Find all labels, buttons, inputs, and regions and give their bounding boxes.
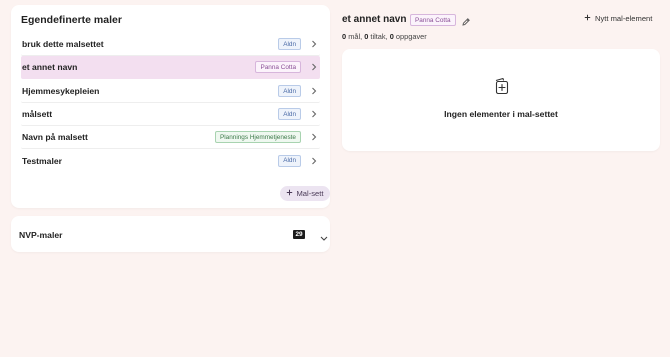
chevron-right-icon <box>310 87 318 95</box>
measures-label: tiltak, <box>370 32 388 41</box>
owner-badge: Panna Cotta <box>410 14 456 26</box>
chevron-down-icon[interactable] <box>319 230 329 241</box>
template-row-bruk-dette-malsettet[interactable]: bruk dette malsettet Aldn <box>21 33 320 56</box>
add-document-icon <box>491 76 511 96</box>
tasks-count: 0 <box>389 32 394 41</box>
template-name: Testmaler <box>22 155 62 166</box>
panel-title: NVP-maler <box>19 230 63 240</box>
owner-badge: Plannings Hjemmetjeneste <box>214 131 301 143</box>
chevron-right-icon <box>310 40 318 48</box>
plus-icon <box>584 14 591 23</box>
template-name: Hjemmesykepleien <box>22 86 100 96</box>
chevron-right-icon <box>310 157 318 165</box>
owner-badge: Panna Cotta <box>255 61 301 73</box>
measures-count: 0 <box>364 32 369 41</box>
add-template-set-button[interactable]: Mal-sett <box>280 186 330 201</box>
panel-title: Egendefinerte maler <box>21 14 122 26</box>
goals-count: 0 <box>342 32 347 41</box>
template-name: bruk dette malsettet <box>22 39 104 49</box>
owner-badge: Aldn <box>278 154 301 167</box>
custom-templates-panel: Egendefinerte maler bruk dette malsettet… <box>11 5 330 208</box>
detail-title: et annet navn <box>342 14 407 25</box>
template-name: Navn på malsett <box>22 132 88 142</box>
template-row-navn-pa-malsett[interactable]: Navn på malsett Plannings Hjemmetjeneste <box>21 126 320 149</box>
new-template-element-button[interactable]: Nytt mal-element <box>584 14 652 23</box>
template-name: målsett <box>22 109 53 119</box>
chevron-right-icon <box>310 133 318 141</box>
template-row-testmaler[interactable]: Testmaler Aldn <box>21 149 320 172</box>
template-name: et annet navn <box>22 62 78 72</box>
nvp-templates-panel[interactable]: NVP-maler 29 <box>11 216 330 252</box>
chevron-right-icon <box>310 63 318 71</box>
empty-state-message: Ingen elementer i mal-settet <box>444 109 558 119</box>
pencil-icon[interactable] <box>461 14 471 26</box>
empty-state-panel: Ingen elementer i mal-settet <box>342 49 660 151</box>
template-row-et-annet-navn[interactable]: et annet navn Panna Cotta <box>21 56 320 79</box>
owner-badge: Aldn <box>278 108 301 120</box>
tasks-label: oppgaver <box>395 32 427 41</box>
add-template-set-label: Mal-sett <box>296 189 324 198</box>
element-summary: 0 mål, 0 tiltak, 0 oppgaver <box>342 32 427 41</box>
count-badge: 29 <box>293 230 305 239</box>
new-template-element-label: Nytt mal-element <box>595 14 653 23</box>
plus-icon <box>286 189 293 198</box>
owner-badge: Aldn <box>278 85 301 97</box>
template-row-hjemmesykepleien[interactable]: Hjemmesykepleien Aldn <box>21 80 320 103</box>
chevron-right-icon <box>310 110 318 118</box>
owner-badge: Aldn <box>278 38 301 50</box>
goals-label: mål, <box>348 32 363 41</box>
template-row-malsett[interactable]: målsett Aldn <box>21 103 320 126</box>
